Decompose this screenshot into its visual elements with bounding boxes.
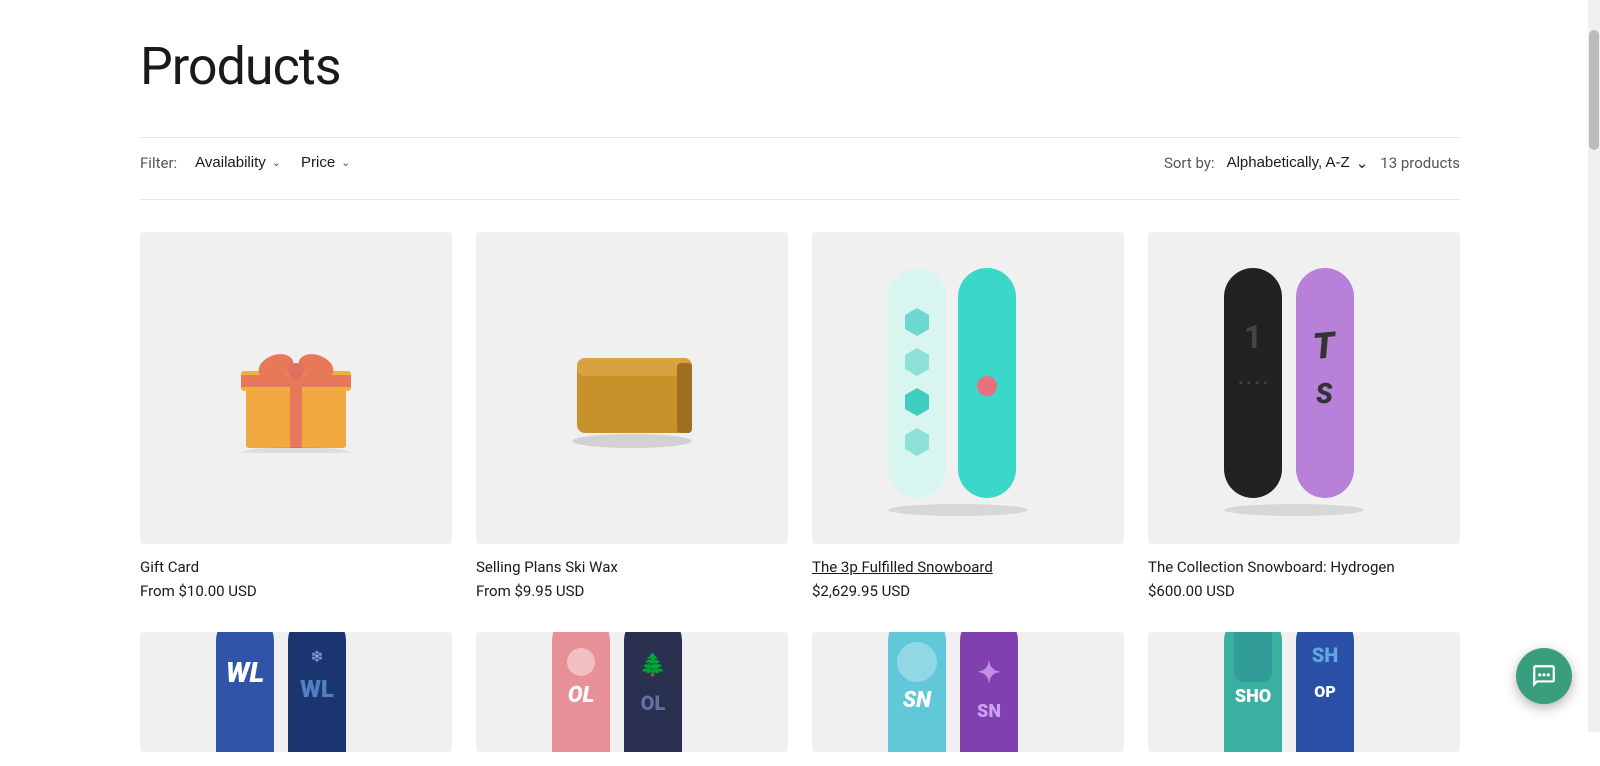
product-card-row2-2[interactable]: OL 🌲 OL xyxy=(476,632,788,766)
sort-value: Alphabetically, A-Z xyxy=(1227,154,1350,171)
product-image-ski-wax xyxy=(476,232,788,544)
product-card-row2-1[interactable]: WL ❄ WL xyxy=(140,632,452,766)
svg-text:• • • •: • • • • xyxy=(1238,376,1267,392)
sort-chevron-icon: ⌄ xyxy=(1356,154,1369,172)
snowboard-row2-4-svg: SHO SH OP xyxy=(1194,632,1414,752)
product-card-hydrogen[interactable]: 1 • • • • T S The Collection Snowboard: … xyxy=(1148,232,1460,600)
price-filter-label: Price xyxy=(301,154,335,171)
scrollbar[interactable] xyxy=(1588,0,1600,732)
availability-filter-button[interactable]: Availability ⌄ xyxy=(193,150,283,175)
product-card-row2-3[interactable]: SN ✦ SN xyxy=(812,632,1124,766)
price-filter-button[interactable]: Price ⌄ xyxy=(299,150,352,175)
sort-group: Sort by: Alphabetically, A-Z ⌄ 13 produc… xyxy=(1164,154,1460,172)
svg-text:WL: WL xyxy=(226,656,264,689)
snowboard-hydrogen-svg: 1 • • • • T S xyxy=(1194,258,1414,518)
svg-text:OP: OP xyxy=(1314,682,1335,701)
svg-text:OL: OL xyxy=(568,683,594,708)
product-image-gift-card xyxy=(140,232,452,544)
svg-text:SHO: SHO xyxy=(1235,686,1271,707)
svg-text:🌲: 🌲 xyxy=(639,652,666,678)
availability-filter-label: Availability xyxy=(195,154,266,171)
availability-chevron-icon: ⌄ xyxy=(272,156,281,169)
product-count: 13 products xyxy=(1380,154,1460,172)
sort-select-button[interactable]: Alphabetically, A-Z ⌄ xyxy=(1227,154,1369,172)
sort-label: Sort by: xyxy=(1164,154,1215,172)
snowboard-row2-1-svg: WL ❄ WL xyxy=(186,632,406,752)
product-card-3p-snowboard[interactable]: The 3p Fulfilled Snowboard $2,629.95 USD xyxy=(812,232,1124,600)
product-image-row2-3: SN ✦ SN xyxy=(812,632,1124,752)
product-image-row2-4: SHO SH OP xyxy=(1148,632,1460,752)
svg-text:WL: WL xyxy=(300,675,334,703)
svg-text:OL: OL xyxy=(641,691,666,715)
product-name-gift-card: Gift Card xyxy=(140,558,452,576)
price-chevron-icon: ⌄ xyxy=(341,156,350,169)
product-price-ski-wax: From $9.95 USD xyxy=(476,582,788,600)
product-name-3p-snowboard[interactable]: The 3p Fulfilled Snowboard xyxy=(812,558,1124,576)
product-card-row2-4[interactable]: SHO SH OP xyxy=(1148,632,1460,766)
svg-text:1: 1 xyxy=(1244,318,1262,356)
svg-text:✦: ✦ xyxy=(977,656,1000,689)
gift-card-svg xyxy=(216,323,376,453)
snowboard-teal-svg xyxy=(858,258,1078,518)
product-price-hydrogen: $600.00 USD xyxy=(1148,582,1460,600)
svg-text:❄: ❄ xyxy=(310,647,323,666)
product-price-3p-snowboard: $2,629.95 USD xyxy=(812,582,1124,600)
product-name-hydrogen: The Collection Snowboard: Hydrogen xyxy=(1148,558,1460,576)
page-title: Products xyxy=(140,0,1460,137)
svg-text:SN: SN xyxy=(903,688,932,713)
snowboard-row2-2-svg: OL 🌲 OL xyxy=(522,632,742,752)
product-card-gift-card[interactable]: Gift Card From $10.00 USD xyxy=(140,232,452,600)
filter-label: Filter: xyxy=(140,154,177,172)
filter-group: Filter: Availability ⌄ Price ⌄ xyxy=(140,150,352,175)
product-name-ski-wax: Selling Plans Ski Wax xyxy=(476,558,788,576)
svg-text:SH: SH xyxy=(1312,643,1339,667)
product-image-hydrogen: 1 • • • • T S xyxy=(1148,232,1460,544)
snowboard-row2-3-svg: SN ✦ SN xyxy=(858,632,1078,752)
scrollbar-thumb[interactable] xyxy=(1589,30,1599,150)
product-image-3p-snowboard xyxy=(812,232,1124,544)
product-price-gift-card: From $10.00 USD xyxy=(140,582,452,600)
chat-button[interactable] xyxy=(1516,648,1572,704)
svg-text:SN: SN xyxy=(977,701,1001,722)
products-grid: Gift Card From $10.00 USD Selling Plans … xyxy=(140,232,1460,766)
wax-block-svg xyxy=(552,323,712,453)
product-card-ski-wax[interactable]: Selling Plans Ski Wax From $9.95 USD xyxy=(476,232,788,600)
chat-icon xyxy=(1531,663,1557,689)
product-image-row2-1: WL ❄ WL xyxy=(140,632,452,752)
toolbar: Filter: Availability ⌄ Price ⌄ Sort by: … xyxy=(140,137,1460,200)
product-image-row2-2: OL 🌲 OL xyxy=(476,632,788,752)
